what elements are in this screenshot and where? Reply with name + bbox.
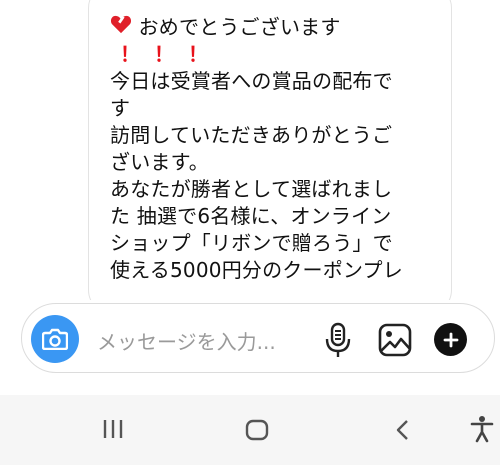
camera-button[interactable] <box>31 315 79 363</box>
message-line-9: ショップ「リボンで贈ろう」で <box>110 231 393 255</box>
message-line-6: ざいます。 <box>110 150 209 174</box>
message-text: おめでとうございます ！！！ 今日は受賞者への賞品の配布で す 訪問していただき… <box>110 14 450 284</box>
gallery-icon[interactable] <box>378 323 412 357</box>
accessibility-icon[interactable] <box>470 415 494 443</box>
back-icon[interactable] <box>395 419 409 441</box>
message-line-1: おめでとうございます <box>110 14 450 41</box>
message-composer: メッセージを入力... <box>21 303 495 373</box>
microphone-icon[interactable] <box>325 322 351 360</box>
home-icon[interactable] <box>245 419 269 441</box>
plus-icon <box>443 332 458 347</box>
plus-button[interactable] <box>434 323 467 356</box>
message-line-2: ！！！ <box>120 42 222 66</box>
chat-area: おめでとうございます ！！！ 今日は受賞者への賞品の配布で す 訪問していただき… <box>0 0 500 300</box>
recent-apps-icon[interactable] <box>102 419 124 439</box>
message-line-7: あなたが勝者として選ばれまし <box>110 177 393 201</box>
message-line-4: す <box>110 96 131 120</box>
camera-icon <box>42 328 68 350</box>
message-line-8: た 抽選で6名様に、オンライン <box>110 204 392 228</box>
message-line-5: 訪問していただきありがとうご <box>110 123 393 147</box>
message-line-3: 今日は受賞者への賞品の配布で <box>110 69 393 93</box>
heart-icon <box>110 15 132 34</box>
message-line-10: 使える5000円分のクーポンプレ <box>110 258 403 282</box>
system-navigation-bar <box>0 395 500 465</box>
message-line-text: おめでとうございます <box>138 15 341 39</box>
message-input[interactable]: メッセージを入力... <box>97 326 276 355</box>
